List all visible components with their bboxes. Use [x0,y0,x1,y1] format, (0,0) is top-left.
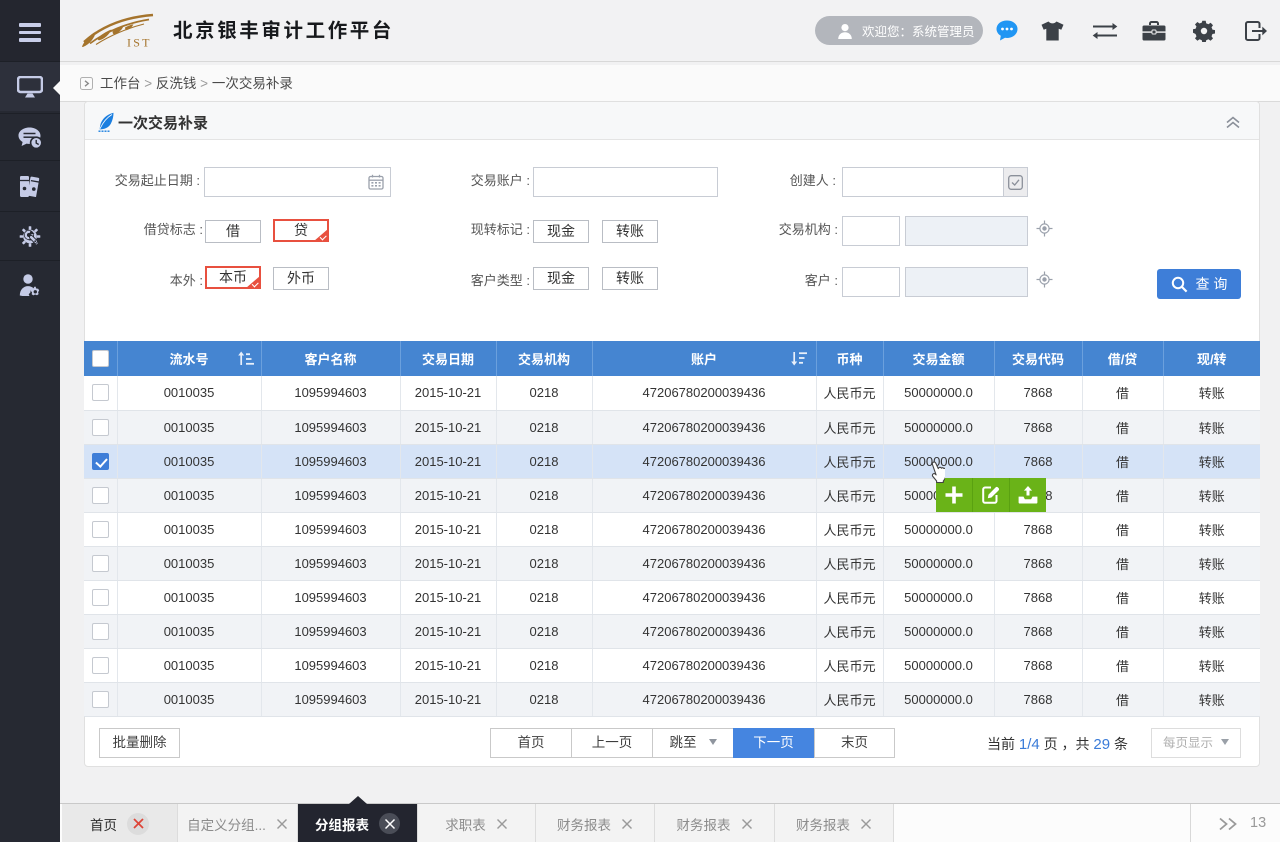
svg-text:IST: IST [127,36,152,48]
